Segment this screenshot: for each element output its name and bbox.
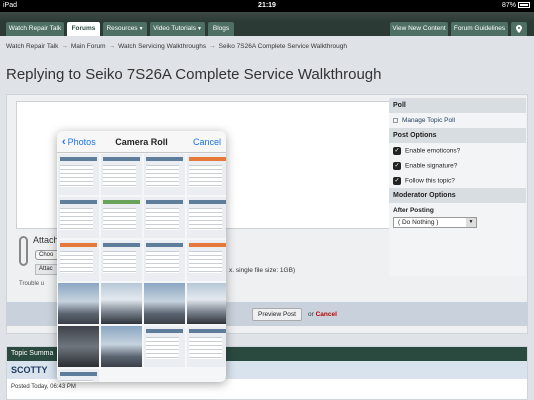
battery-percent: 87% [501, 2, 516, 9]
breadcrumb-item[interactable]: Watch Repair Talk [6, 43, 58, 50]
breadcrumb-item[interactable]: Seiko 7S26A Complete Service Walkthrough [219, 43, 347, 50]
follow-label: Follow this topic? [405, 177, 455, 185]
battery-icon [518, 2, 530, 9]
poll-icon [393, 117, 398, 123]
page-title: Replying to Seiko 7S26A Complete Service… [6, 66, 382, 83]
after-posting-select[interactable]: ( Do Nothing ) ▼ [393, 217, 477, 228]
photo-thumbnail[interactable] [58, 283, 99, 324]
photo-thumbnail[interactable] [101, 197, 142, 238]
photo-thumbnail[interactable] [144, 240, 185, 281]
chevron-down-icon: ▼ [466, 218, 476, 227]
photo-thumbnail[interactable] [58, 154, 99, 195]
after-posting-label: After Posting [393, 207, 434, 214]
main-nav: Watch Repair Talk Forums Resources▼ Vide… [0, 22, 534, 36]
tab-forums[interactable]: Forums [67, 22, 100, 36]
after-posting-value: ( Do Nothing ) [398, 219, 439, 226]
tab-video-tutorials-label: Video Tutorials [153, 25, 196, 32]
location-pin-icon[interactable] [511, 22, 527, 36]
manage-poll-row: Manage Topic Poll [389, 113, 526, 128]
photo-thumbnail[interactable] [101, 326, 142, 367]
emoticons-label: Enable emoticons? [405, 147, 461, 155]
paperclip-icon [19, 236, 28, 266]
checkbox-checked-icon[interactable]: ✓ [393, 147, 401, 155]
photo-thumbnail[interactable] [101, 283, 142, 324]
attach-heading: Attach [33, 235, 59, 245]
post-sidebar: Poll Manage Topic Poll Post Options ✓ Ena… [389, 98, 526, 276]
signature-option[interactable]: ✓ Enable signature? [389, 158, 526, 173]
tab-resources-label: Resources [106, 25, 138, 32]
cancel-area: or Cancel [308, 311, 337, 318]
breadcrumb-item[interactable]: Main Forum [71, 43, 106, 50]
picker-navbar: ‹ Photos Camera Roll Cancel [57, 131, 226, 153]
photo-thumbnail[interactable] [187, 154, 226, 195]
signature-label: Enable signature? [405, 162, 458, 170]
photo-grid-empty-slot [187, 369, 226, 382]
photo-thumbnail[interactable] [58, 240, 99, 281]
tab-resources[interactable]: Resources▼ [103, 22, 147, 36]
photo-thumbnail[interactable] [144, 283, 185, 324]
checkbox-checked-icon[interactable]: ✓ [393, 162, 401, 170]
manage-topic-poll-link[interactable]: Manage Topic Poll [402, 117, 455, 124]
battery-indicator: 87% [502, 2, 530, 9]
tab-watch-repair-talk[interactable]: Watch Repair Talk [6, 22, 64, 36]
chevron-down-icon: ▼ [196, 26, 202, 32]
picker-cancel-button[interactable]: Cancel [193, 137, 221, 147]
emoticons-option[interactable]: ✓ Enable emoticons? [389, 143, 526, 158]
photo-thumbnail[interactable] [144, 326, 185, 367]
forum-guidelines-button[interactable]: Forum Guidelines [451, 22, 508, 36]
tab-video-tutorials[interactable]: Video Tutorials▼ [150, 22, 205, 36]
preview-post-button[interactable]: Preview Post [252, 308, 302, 321]
chevron-down-icon: ▼ [138, 26, 144, 32]
breadcrumb-item[interactable]: Watch Servicing Walkthroughs [118, 43, 206, 50]
file-size-note: x. single file size: 1GB) [229, 267, 296, 274]
photo-thumbnail[interactable] [58, 197, 99, 238]
photo-thumbnail[interactable] [187, 283, 226, 324]
moderator-options-heading: Moderator Options [389, 188, 526, 203]
post-options-heading: Post Options [389, 128, 526, 143]
photo-grid [57, 154, 226, 382]
or-text: or [308, 311, 314, 318]
cancel-link[interactable]: Cancel [316, 311, 337, 318]
photo-grid-empty-slot [101, 369, 142, 382]
photo-thumbnail[interactable] [58, 326, 99, 367]
arrow-right-icon: → [209, 43, 216, 50]
trouble-uploading-link[interactable]: Trouble u [19, 281, 44, 287]
status-time: 21:19 [258, 2, 276, 9]
photo-grid-empty-slot [144, 369, 185, 382]
photo-thumbnail[interactable] [101, 240, 142, 281]
arrow-right-icon: → [108, 43, 116, 50]
checkbox-checked-icon[interactable]: ✓ [393, 177, 401, 185]
poll-heading: Poll [389, 98, 526, 113]
breadcrumb: Watch Repair Talk → Main Forum → Watch Servi… [6, 43, 347, 50]
photo-thumbnail[interactable] [187, 197, 226, 238]
photo-picker-popover: ‹ Photos Camera Roll Cancel [57, 131, 226, 382]
photo-thumbnail[interactable] [187, 326, 226, 367]
view-new-content-button[interactable]: View New Content [390, 22, 448, 36]
photo-thumbnail[interactable] [144, 154, 185, 195]
photo-thumbnail[interactable] [101, 154, 142, 195]
arrow-right-icon: → [61, 43, 68, 50]
photo-thumbnail[interactable] [58, 369, 99, 382]
photo-thumbnail[interactable] [187, 240, 226, 281]
tab-blogs[interactable]: Blogs [208, 22, 234, 36]
photo-thumbnail[interactable] [144, 197, 185, 238]
status-bar: iPad 21:19 87% [0, 0, 534, 12]
follow-option[interactable]: ✓ Follow this topic? [389, 173, 526, 188]
